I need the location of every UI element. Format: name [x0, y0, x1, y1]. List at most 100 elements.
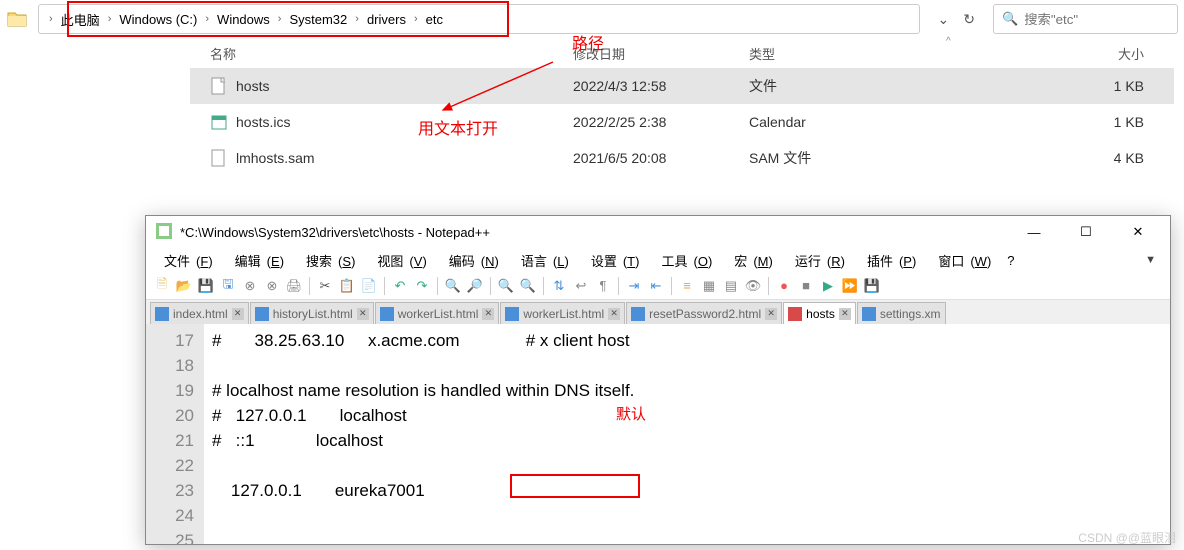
- col-date[interactable]: 修改日期: [573, 44, 749, 63]
- menu-view[interactable]: 视图(V): [365, 249, 432, 272]
- search-input[interactable]: [1024, 12, 1184, 27]
- minimize-button[interactable]: —: [1012, 218, 1056, 246]
- bc-item[interactable]: etc: [422, 10, 447, 29]
- close-button[interactable]: ✕: [1116, 218, 1160, 246]
- column-headers: 名称 修改日期 类型 大小 ^: [190, 38, 1174, 68]
- stop-icon[interactable]: ■: [796, 276, 816, 296]
- file-type: 文件: [749, 76, 909, 96]
- cut-icon[interactable]: ✂: [315, 276, 335, 296]
- sort-indicator-icon: ^: [946, 36, 951, 47]
- tab-reset[interactable]: resetPassword2.html✕: [626, 302, 782, 324]
- open-icon[interactable]: 📂: [174, 276, 194, 296]
- tab-worker2[interactable]: workerList.html✕: [500, 302, 625, 324]
- close-icon[interactable]: ⊗: [240, 276, 260, 296]
- zoom-in-icon[interactable]: 🔍: [496, 276, 516, 296]
- maximize-button[interactable]: ☐: [1064, 218, 1108, 246]
- notepad-window: *C:\Windows\System32\drivers\etc\hosts -…: [145, 215, 1171, 545]
- menu-search[interactable]: 搜索(S): [294, 249, 361, 272]
- closeall-icon[interactable]: ⊗: [262, 276, 282, 296]
- menu-file[interactable]: 文件(F): [152, 249, 219, 272]
- dropdown-icon[interactable]: ⌄: [938, 11, 950, 28]
- file-icon: [380, 307, 394, 321]
- address-bar: › 此电脑 › Windows (C:) › Windows › System3…: [0, 0, 1184, 38]
- menu-plugins[interactable]: 插件(P): [855, 249, 922, 272]
- menu-settings[interactable]: 设置(T): [579, 249, 646, 272]
- chevron-right-icon: ›: [45, 13, 57, 25]
- play-icon[interactable]: ▶: [818, 276, 838, 296]
- close-icon[interactable]: ✕: [765, 308, 777, 320]
- file-row[interactable]: hosts 2022/4/3 12:58 文件 1 KB: [190, 68, 1174, 104]
- file-type: SAM 文件: [749, 148, 909, 168]
- file-icon: [631, 307, 645, 321]
- monitor-icon[interactable]: 👁: [743, 276, 763, 296]
- zoom-out-icon[interactable]: 🔍: [518, 276, 538, 296]
- replace-icon[interactable]: 🔎: [465, 276, 485, 296]
- tab-settings[interactable]: settings.xm: [857, 302, 946, 324]
- undo-icon[interactable]: ↶: [390, 276, 410, 296]
- close-icon[interactable]: ✕: [357, 308, 369, 320]
- toolbar: 🗎 📂 💾 🖫 ⊗ ⊗ 🖨 ✂ 📋 📄 ↶ ↷ 🔍 🔎 🔍 🔍 ⇅ ↩ ¶ ⇥ …: [146, 272, 1170, 300]
- code-area[interactable]: # 38.25.63.10 x.acme.com # x client host…: [204, 324, 1170, 544]
- bc-item[interactable]: Windows (C:): [115, 10, 201, 29]
- indent-icon[interactable]: ⇥: [624, 276, 644, 296]
- title-bar[interactable]: *C:\Windows\System32\drivers\etc\hosts -…: [146, 216, 1170, 248]
- menu-help[interactable]: ?: [1001, 251, 1020, 270]
- paste-icon[interactable]: 📄: [359, 276, 379, 296]
- watermark: CSDN @@蓝眼泪: [1078, 529, 1176, 546]
- tab-history[interactable]: historyList.html✕: [250, 302, 374, 324]
- wrap-icon[interactable]: ↩: [571, 276, 591, 296]
- tab-hosts[interactable]: hosts✕: [783, 302, 856, 324]
- bc-item[interactable]: 此电脑: [57, 8, 104, 31]
- refresh-icon[interactable]: ↻: [963, 11, 975, 28]
- col-name[interactable]: 名称: [190, 44, 573, 63]
- tab-worker1[interactable]: workerList.html✕: [375, 302, 500, 324]
- print-icon[interactable]: 🖨: [284, 276, 304, 296]
- record-icon[interactable]: ●: [774, 276, 794, 296]
- copy-icon[interactable]: 📋: [337, 276, 357, 296]
- calendar-icon: [210, 113, 228, 131]
- close-icon[interactable]: ✕: [482, 308, 494, 320]
- search-box[interactable]: 🔍: [993, 4, 1178, 34]
- file-icon: [210, 77, 228, 95]
- menu-macro[interactable]: 宏(M): [722, 249, 779, 272]
- menu-bar: 文件(F) 编辑(E) 搜索(S) 视图(V) 编码(N) 语言(L) 设置(T…: [146, 248, 1170, 272]
- menu-run[interactable]: 运行(R): [783, 249, 851, 272]
- editor[interactable]: 171819202122232425 # 38.25.63.10 x.acme.…: [146, 324, 1170, 544]
- close-icon[interactable]: ✕: [232, 308, 244, 320]
- file-icon: [210, 149, 228, 167]
- save-icon[interactable]: 💾: [196, 276, 216, 296]
- file-list: 名称 修改日期 类型 大小 ^ hosts 2022/4/3 12:58 文件 …: [190, 38, 1174, 176]
- file-size: 1 KB: [909, 114, 1174, 130]
- close-icon[interactable]: ✕: [608, 308, 620, 320]
- bc-item[interactable]: drivers: [363, 10, 410, 29]
- explorer-window: › 此电脑 › Windows (C:) › Windows › System3…: [0, 0, 1184, 215]
- find-icon[interactable]: 🔍: [443, 276, 463, 296]
- file-row[interactable]: lmhosts.sam 2021/6/5 20:08 SAM 文件 4 KB: [190, 140, 1174, 176]
- menu-encoding[interactable]: 编码(N): [437, 249, 505, 272]
- col-type[interactable]: 类型: [749, 44, 909, 63]
- bc-item[interactable]: Windows: [213, 10, 274, 29]
- menu-window[interactable]: 窗口(W): [926, 249, 997, 272]
- menu-edit[interactable]: 编辑(E): [223, 249, 290, 272]
- saveall-icon[interactable]: 🖫: [218, 276, 238, 296]
- outdent-icon[interactable]: ⇤: [646, 276, 666, 296]
- playmult-icon[interactable]: ⏩: [840, 276, 860, 296]
- savemacro-icon[interactable]: 💾: [862, 276, 882, 296]
- showall-icon[interactable]: ¶: [593, 276, 613, 296]
- chevron-down-icon[interactable]: ▼: [1139, 252, 1162, 268]
- close-icon[interactable]: ✕: [839, 308, 851, 320]
- redo-icon[interactable]: ↷: [412, 276, 432, 296]
- bc-item[interactable]: System32: [285, 10, 351, 29]
- tab-index[interactable]: index.html✕: [150, 302, 249, 324]
- menu-language[interactable]: 语言(L): [509, 249, 575, 272]
- file-date: 2021/6/5 20:08: [573, 150, 749, 166]
- breadcrumb[interactable]: › 此电脑 › Windows (C:) › Windows › System3…: [38, 4, 920, 34]
- doc-icon[interactable]: ▤: [721, 276, 741, 296]
- line-gutter: 171819202122232425: [146, 324, 204, 544]
- menu-tools[interactable]: 工具(O): [649, 249, 718, 272]
- file-row[interactable]: hosts.ics 2022/2/25 2:38 Calendar 1 KB: [190, 104, 1174, 140]
- sync-icon[interactable]: ⇅: [549, 276, 569, 296]
- map-icon[interactable]: ▦: [699, 276, 719, 296]
- new-icon[interactable]: 🗎: [152, 276, 172, 296]
- func-icon[interactable]: ≡: [677, 276, 697, 296]
